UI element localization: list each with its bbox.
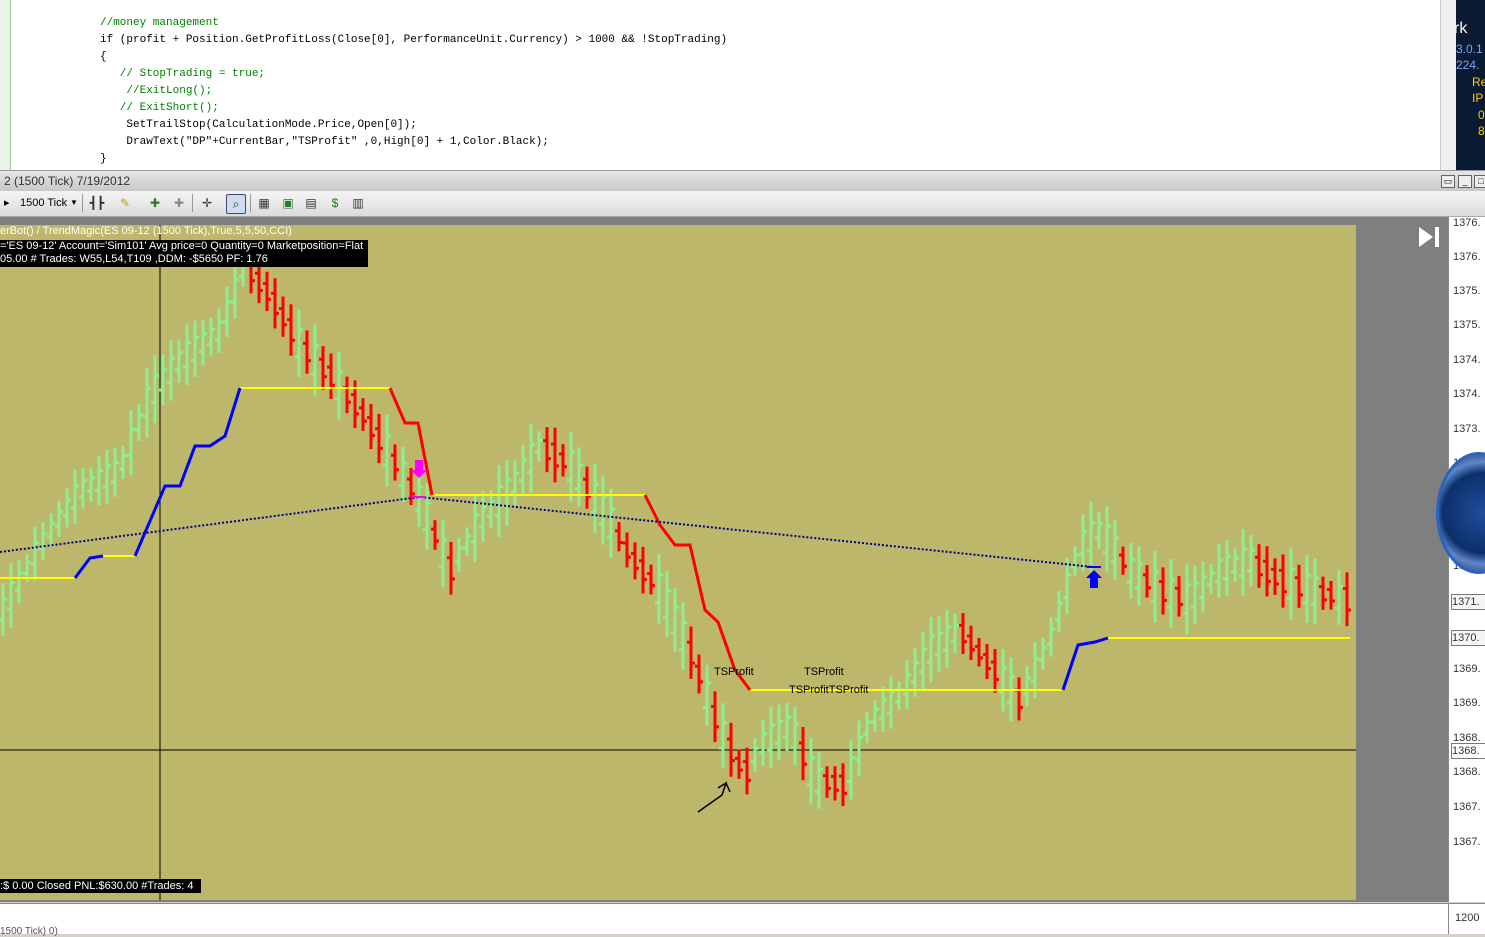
price-tick-label: 1367. — [1453, 801, 1481, 813]
price-tick-label: 1375. — [1453, 319, 1481, 331]
side-text-5: IP — [1472, 91, 1484, 105]
trend-up-line — [73, 554, 104, 579]
price-tick-label: 1368. — [1453, 766, 1481, 778]
price-tick-label: 1374. — [1453, 354, 1481, 366]
price-tick-label: 1373. — [1453, 423, 1481, 435]
price-marker-label: 1368. — [1451, 743, 1485, 759]
minimize-icon[interactable]: _ — [1458, 175, 1472, 188]
skip-to-end-icon[interactable] — [1416, 224, 1444, 250]
price-tick-label: 1374. — [1453, 388, 1481, 400]
price-tick-label: 1367. — [1453, 836, 1481, 848]
strategy-info-box: ='ES 09-12' Account='Sim101' Avg price=0… — [0, 240, 368, 267]
side-text-7: 8 — [1478, 124, 1485, 138]
price-tick-label: 1376. — [1453, 251, 1481, 263]
side-text-3: 224. — [1456, 58, 1480, 72]
price-marker-label: 1371. — [1451, 594, 1485, 610]
tsprofit-label: TSProfit — [714, 666, 754, 678]
price-tick-label: 1369. — [1453, 663, 1481, 675]
sub-panel-axis: 1200 — [1448, 903, 1485, 934]
connection-side-panel: rk 3.0.1 224. Re IP 0 8 — [1456, 0, 1485, 170]
side-text-2: 3.0.1 — [1456, 42, 1483, 56]
long-exit-arrow — [1086, 570, 1102, 588]
sub-panel[interactable]: 1500 Tick) 0) — [0, 903, 1448, 937]
maximize-icon[interactable]: □ — [1474, 175, 1485, 188]
pnl-box: :$ 0.00 Closed PNL:$630.00 #Trades: 4 — [0, 879, 201, 893]
side-text-6: 0 — [1478, 108, 1485, 122]
price-chart-svg: TSProfit TSProfitTSProfitTSProfit — [0, 225, 1356, 933]
sub-panel-label: 1500 Tick) 0) — [0, 926, 58, 937]
hand-drawn-arrow — [697, 781, 731, 813]
sub-panel-tick: 1200 — [1455, 912, 1480, 924]
price-tick-label: 1375. — [1453, 285, 1481, 297]
info-line-2: 05.00 # Trades: W55,L54,T109 ,DDM: -$565… — [0, 253, 268, 265]
tsprofit-label: TSProfit — [804, 666, 844, 678]
tsprofit-label: TSProfitTSProfit — [789, 684, 868, 696]
trend-up-line — [1061, 636, 1109, 691]
side-text-4: Re — [1472, 75, 1485, 89]
side-text-1: rk — [1456, 20, 1468, 37]
info-line-1: ='ES 09-12' Account='Sim101' Avg price=0… — [0, 240, 364, 252]
price-tick-label: 1369. — [1453, 697, 1481, 709]
trend-up-line — [133, 387, 242, 557]
trendline-dotted — [0, 495, 1094, 568]
indicator-label: erBot() / TrendMagic(ES 09-12 (1500 Tick… — [0, 225, 292, 237]
price-marker-label: 1370. — [1451, 630, 1485, 646]
price-tick-label: 1376. — [1453, 217, 1481, 229]
